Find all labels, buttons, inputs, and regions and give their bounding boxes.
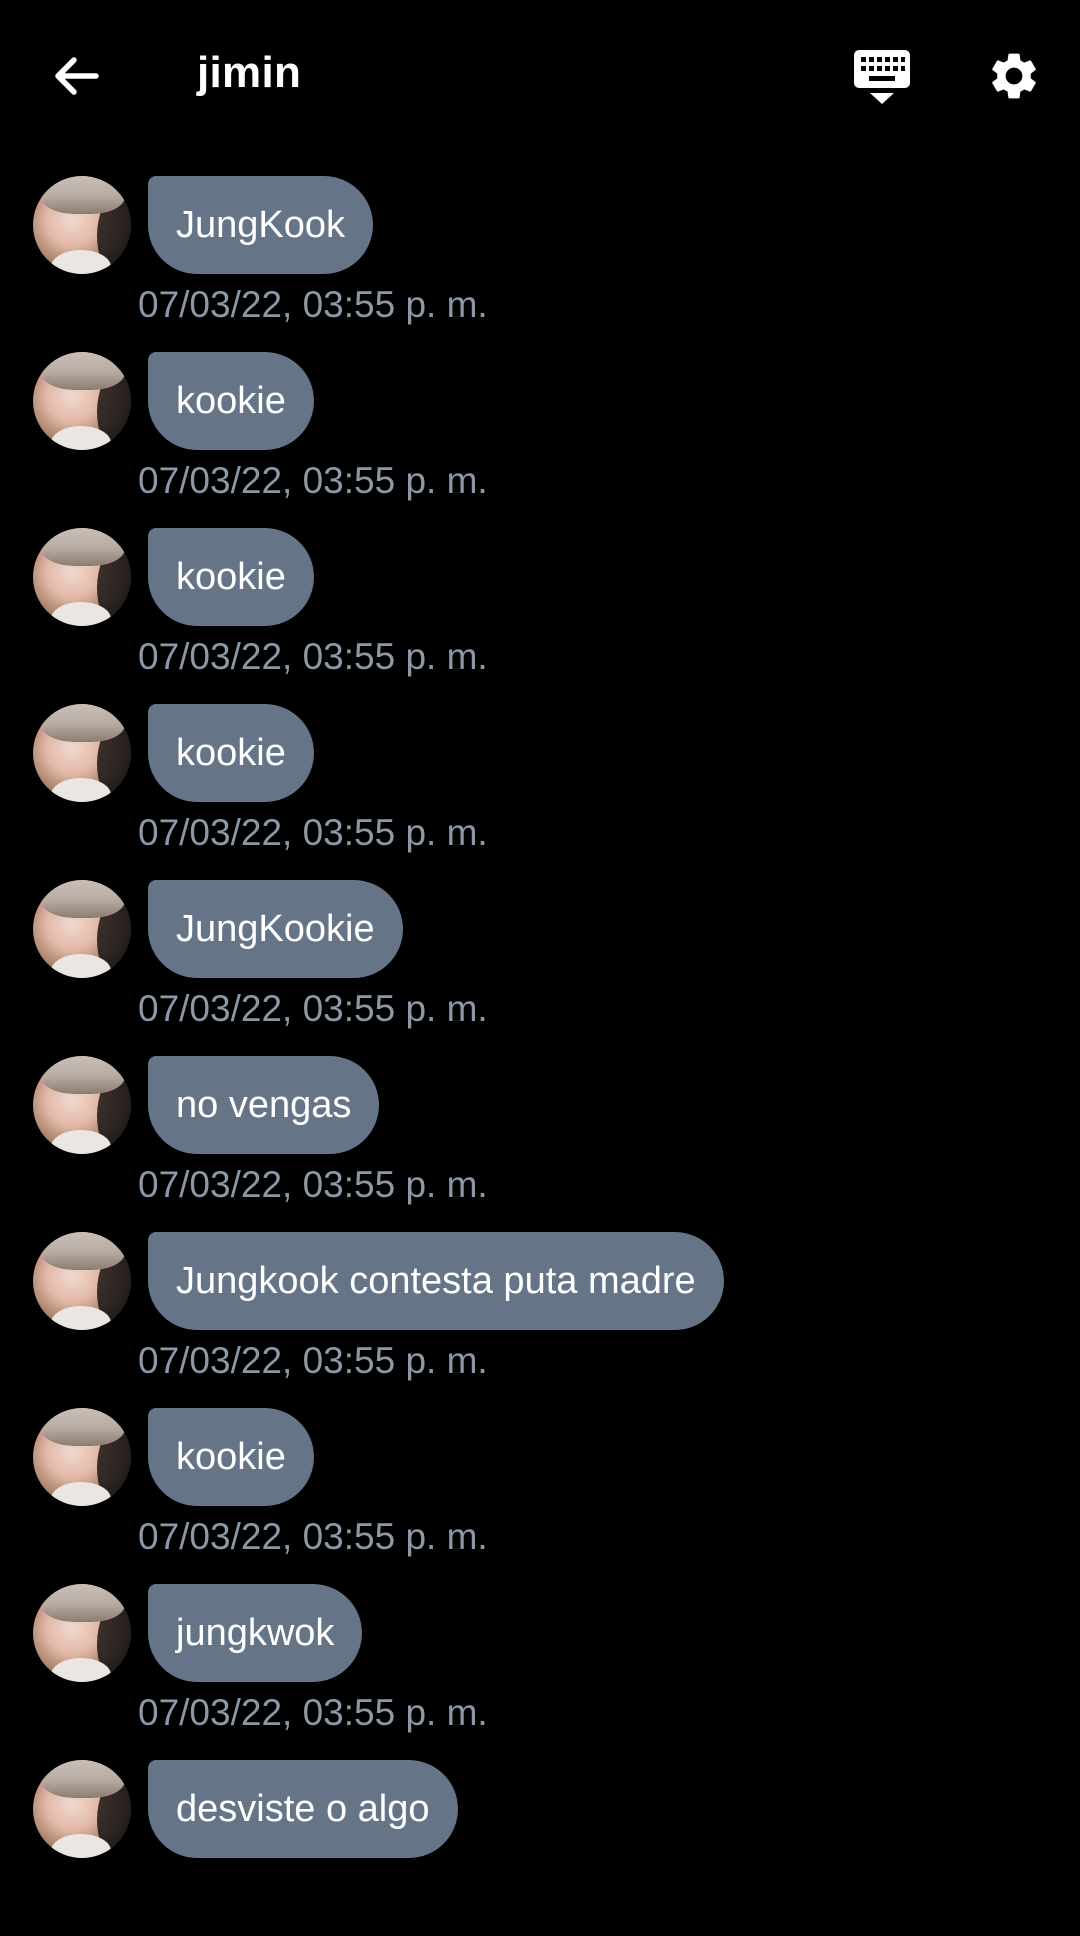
message-timestamp: 07/03/22, 03:55 p. m. <box>138 1340 488 1381</box>
chat-title: jimin <box>197 48 302 97</box>
message-timestamp: 07/03/22, 03:55 p. m. <box>138 1692 488 1733</box>
message-list[interactable]: JungKook 07/03/22, 03:55 p. m. kookie 07/03… <box>0 176 1080 1936</box>
message-bubble[interactable]: desviste o algo <box>148 1760 458 1858</box>
message-row: kookie 07/03/22, 03:55 p. m. <box>0 1408 1080 1584</box>
message-row: desviste o algo <box>0 1760 1080 1936</box>
message-bubble[interactable]: kookie <box>148 704 314 802</box>
message-row: kookie 07/03/22, 03:55 p. m. <box>0 528 1080 704</box>
avatar[interactable] <box>33 1584 131 1682</box>
message-row: no vengas 07/03/22, 03:55 p. m. <box>0 1056 1080 1232</box>
keyboard-toggle-button[interactable] <box>845 42 919 112</box>
message-bubble[interactable]: kookie <box>148 1408 314 1506</box>
message-bubble[interactable]: JungKook <box>148 176 374 274</box>
message-timestamp: 07/03/22, 03:55 p. m. <box>138 636 488 677</box>
avatar[interactable] <box>33 352 131 450</box>
avatar[interactable] <box>33 1408 131 1506</box>
message-timestamp: 07/03/22, 03:55 p. m. <box>138 988 488 1029</box>
message-bubble[interactable]: jungkwok <box>148 1584 363 1682</box>
message-row: kookie 07/03/22, 03:55 p. m. <box>0 352 1080 528</box>
avatar[interactable] <box>33 528 131 626</box>
message-row: JungKook 07/03/22, 03:55 p. m. <box>0 176 1080 352</box>
message-row: kookie 07/03/22, 03:55 p. m. <box>0 704 1080 880</box>
avatar[interactable] <box>33 176 131 274</box>
arrow-left-icon <box>55 57 99 95</box>
avatar[interactable] <box>33 1056 131 1154</box>
message-row: JungKookie 07/03/22, 03:55 p. m. <box>0 880 1080 1056</box>
message-timestamp: 07/03/22, 03:55 p. m. <box>138 1164 488 1205</box>
chat-header: jimin <box>0 0 1080 150</box>
message-bubble[interactable]: Jungkook contesta puta madre <box>148 1232 724 1330</box>
avatar[interactable] <box>33 704 131 802</box>
message-bubble[interactable]: kookie <box>148 528 314 626</box>
keyboard-hide-icon <box>854 50 910 104</box>
message-row: jungkwok 07/03/22, 03:55 p. m. <box>0 1584 1080 1760</box>
bottom-edge <box>0 1868 1080 1884</box>
settings-button[interactable] <box>978 40 1050 112</box>
message-row: Jungkook contesta puta madre 07/03/22, 03… <box>0 1232 1080 1408</box>
message-timestamp: 07/03/22, 03:55 p. m. <box>138 284 488 325</box>
message-timestamp: 07/03/22, 03:55 p. m. <box>138 1516 488 1557</box>
message-bubble[interactable]: kookie <box>148 352 314 450</box>
avatar[interactable] <box>33 1232 131 1330</box>
message-timestamp: 07/03/22, 03:55 p. m. <box>138 812 488 853</box>
message-bubble[interactable]: no vengas <box>148 1056 380 1154</box>
message-timestamp: 07/03/22, 03:55 p. m. <box>138 460 488 501</box>
avatar[interactable] <box>33 880 131 978</box>
gear-icon <box>992 53 1036 99</box>
message-bubble[interactable]: JungKookie <box>148 880 403 978</box>
back-button[interactable] <box>40 40 112 112</box>
avatar[interactable] <box>33 1760 131 1858</box>
